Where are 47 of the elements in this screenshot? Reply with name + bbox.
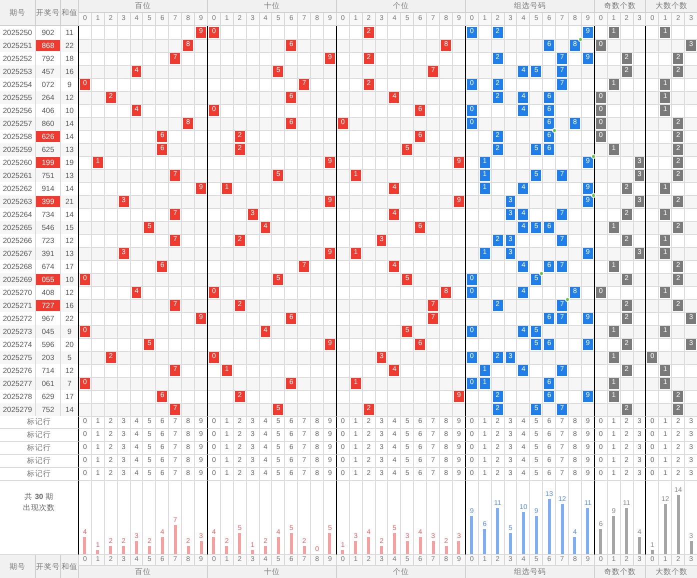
count-bar bbox=[612, 516, 616, 554]
count-bar bbox=[122, 546, 126, 554]
count-bar bbox=[160, 537, 164, 554]
count-bar bbox=[341, 550, 344, 554]
count-bar bbox=[418, 537, 422, 554]
count-bar bbox=[367, 537, 370, 554]
count-bar bbox=[109, 546, 112, 554]
count-bar bbox=[676, 495, 680, 554]
count-bar bbox=[290, 533, 293, 554]
count-bar bbox=[650, 550, 654, 554]
count-bar bbox=[251, 550, 254, 554]
count-bar bbox=[238, 533, 242, 554]
count-bar bbox=[496, 508, 500, 554]
count-bar bbox=[354, 541, 358, 554]
count-bar bbox=[534, 516, 538, 554]
count-bar bbox=[264, 546, 267, 554]
count-bar bbox=[625, 508, 628, 554]
count-bar bbox=[302, 546, 306, 554]
count-bar bbox=[328, 533, 332, 554]
count-bar bbox=[560, 504, 564, 554]
count-bar bbox=[174, 524, 177, 554]
count-bar bbox=[200, 541, 202, 554]
count-bar bbox=[522, 512, 525, 554]
count-bar bbox=[599, 528, 602, 554]
count-bar bbox=[548, 499, 551, 554]
count-bar bbox=[444, 546, 448, 554]
count-bar bbox=[392, 533, 396, 554]
count-bar bbox=[212, 537, 216, 554]
count-bar bbox=[135, 541, 138, 554]
count-bar bbox=[664, 504, 667, 554]
count-bar bbox=[186, 546, 190, 554]
count-bar bbox=[470, 516, 474, 554]
count-bar bbox=[83, 537, 86, 554]
count-bar bbox=[690, 541, 693, 554]
count-bar bbox=[586, 508, 590, 554]
count-bar bbox=[483, 528, 486, 554]
count-bar bbox=[148, 546, 151, 554]
count-bar bbox=[96, 550, 100, 554]
count-bar bbox=[432, 541, 435, 554]
count-bar bbox=[573, 537, 576, 554]
count-bar bbox=[457, 541, 460, 554]
count-bar bbox=[225, 546, 228, 554]
count-bar bbox=[380, 546, 384, 554]
count-bar bbox=[509, 533, 512, 554]
count-bar bbox=[638, 537, 641, 554]
count-bar bbox=[276, 537, 280, 554]
count-bar bbox=[406, 541, 409, 554]
